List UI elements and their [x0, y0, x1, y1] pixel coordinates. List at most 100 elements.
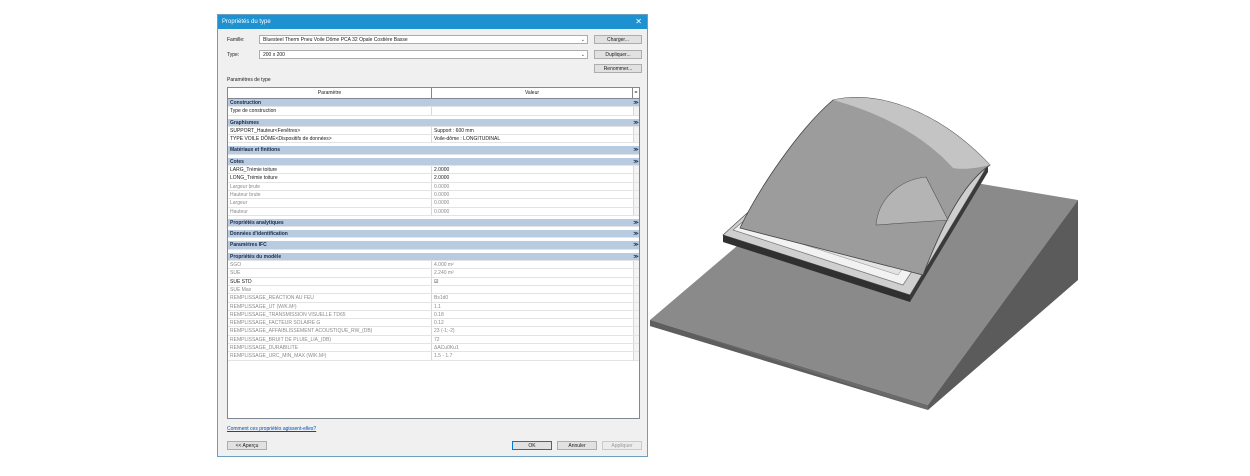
- parameter-row[interactable]: Largeur brute 0.0000: [228, 182, 639, 191]
- parameter-value[interactable]: 2.240 m²: [432, 269, 633, 276]
- parameter-row[interactable]: Largeur 0.0000: [228, 199, 639, 208]
- formula-button[interactable]: [633, 310, 639, 319]
- parameter-row[interactable]: REMPLISSAGE_AFFAIBLISSEMENT ACOUSTIQUE_R…: [228, 327, 639, 336]
- parameter-group-header[interactable]: Propriétés analytiques ≫: [228, 218, 639, 228]
- dupliquer-button[interactable]: Dupliquer...: [594, 50, 642, 59]
- parameter-group-header[interactable]: Matériaux et finitions ≫: [228, 146, 639, 155]
- parameter-value[interactable]: 1.1: [432, 303, 633, 310]
- parameter-group-header[interactable]: Propriétés du modèle ≫: [228, 252, 639, 262]
- formula-button[interactable]: [633, 261, 639, 269]
- column-header-formula[interactable]: =: [633, 88, 639, 98]
- formula-button[interactable]: [633, 352, 639, 360]
- chevron-down-icon: ⌄: [580, 52, 585, 58]
- parameter-name: Largeur brute: [228, 182, 432, 190]
- formula-button[interactable]: [633, 107, 639, 115]
- collapse-chevron-icon[interactable]: ≫: [633, 230, 639, 237]
- parameter-value[interactable]: 1.5 - 1.7: [432, 352, 633, 359]
- collapse-chevron-icon[interactable]: ≫: [633, 146, 639, 153]
- collapse-chevron-icon[interactable]: ≫: [633, 241, 639, 248]
- parameter-value[interactable]: 0.0000: [432, 208, 633, 215]
- parameter-checkbox[interactable]: ☑: [432, 278, 633, 285]
- collapse-chevron-icon[interactable]: ≫: [633, 119, 639, 126]
- parameter-row[interactable]: SUE Max: [228, 285, 639, 295]
- formula-button[interactable]: [633, 174, 639, 182]
- formula-button[interactable]: [633, 166, 639, 174]
- parameter-row[interactable]: LARG_Trémie toiture 2.0000: [228, 166, 639, 175]
- parameter-value[interactable]: Bs1d0: [432, 294, 633, 301]
- parameter-group-header[interactable]: Paramètres IFC ≫: [228, 241, 639, 250]
- parameter-row[interactable]: REMPLISSAGE_TRANSMISSION VISUELLE TD65 0.…: [228, 310, 639, 320]
- formula-button[interactable]: [633, 126, 639, 135]
- parameter-group-header[interactable]: Cotes ≫: [228, 157, 639, 167]
- parameter-row[interactable]: TYPE VOILE DÔME<Dispositifs de données> V…: [228, 135, 639, 144]
- parameter-row[interactable]: Type de construction: [228, 107, 639, 116]
- parameter-row[interactable]: LONG_Trémie toiture 2.0000: [228, 174, 639, 183]
- parameter-value[interactable]: [432, 107, 633, 114]
- parameter-value[interactable]: 0.0000: [432, 183, 633, 190]
- parameter-row[interactable]: REMPLISSAGE_BRUIT DE PLUIE_LIA_(DB) 72: [228, 335, 639, 345]
- parameter-row[interactable]: SUE STD ☑: [228, 277, 639, 286]
- formula-button[interactable]: [633, 302, 639, 310]
- parameter-name: REMPLISSAGE_DURABILITE: [228, 344, 432, 352]
- parameter-value[interactable]: ΔACu0Ku1: [432, 344, 633, 351]
- apercu-button[interactable]: << Aperçu: [227, 441, 267, 450]
- column-header-valeur[interactable]: Valeur: [432, 88, 633, 98]
- formula-button[interactable]: [633, 285, 639, 294]
- formula-button[interactable]: [633, 135, 639, 143]
- close-icon[interactable]: ✕: [635, 15, 642, 29]
- parameter-value[interactable]: 72: [432, 336, 633, 343]
- formula-button[interactable]: [633, 207, 639, 215]
- formula-button[interactable]: [633, 327, 639, 335]
- parameter-value[interactable]: 4.000 m²: [432, 261, 633, 268]
- group-label: Propriétés analytiques: [230, 219, 284, 226]
- annuler-button[interactable]: Annuler: [557, 441, 597, 450]
- parameter-value[interactable]: [432, 286, 633, 293]
- formula-button[interactable]: [633, 319, 639, 327]
- parameter-value[interactable]: Support : 600 mm: [432, 127, 633, 134]
- column-header-parametre[interactable]: Paramètre: [228, 88, 432, 98]
- parameter-value[interactable]: 0.0000: [432, 191, 633, 198]
- parameter-value[interactable]: 2.0000: [432, 166, 633, 173]
- help-link[interactable]: Comment ces propriétés agissent-elles?: [227, 426, 316, 432]
- type-select[interactable]: 200 x 200 ⌄: [259, 50, 588, 59]
- collapse-chevron-icon[interactable]: ≫: [633, 253, 639, 260]
- formula-button[interactable]: [633, 344, 639, 352]
- formula-button[interactable]: [633, 335, 639, 344]
- charger-button[interactable]: Charger...: [594, 35, 642, 44]
- parameter-row[interactable]: Hauteur brute 0.0000: [228, 190, 639, 200]
- collapse-chevron-icon[interactable]: ≫: [633, 99, 639, 106]
- formula-button[interactable]: [633, 294, 639, 302]
- formula-button[interactable]: [633, 277, 639, 285]
- formula-button[interactable]: [633, 269, 639, 277]
- parameter-value[interactable]: 2.0000: [432, 174, 633, 181]
- formula-button[interactable]: [633, 190, 639, 199]
- parameter-row[interactable]: Hauteur 0.0000: [228, 207, 639, 216]
- parameter-row[interactable]: SGO 4.000 m²: [228, 261, 639, 270]
- collapse-chevron-icon[interactable]: ≫: [633, 158, 639, 165]
- formula-button[interactable]: [633, 182, 639, 190]
- parameter-row[interactable]: REMPLISSAGE_UT (W/K.M²) 1.1: [228, 302, 639, 311]
- parameter-value[interactable]: 0.12: [432, 319, 633, 326]
- collapse-chevron-icon[interactable]: ≫: [633, 219, 639, 226]
- parameter-name: SUPPORT_Hauteur<Fenêtres>: [228, 126, 432, 135]
- parameter-value[interactable]: 0.0000: [432, 199, 633, 206]
- parameter-row[interactable]: REMPLISSAGE_DURABILITE ΔACu0Ku1: [228, 344, 639, 353]
- ok-button[interactable]: OK: [512, 441, 552, 450]
- parameter-name: REMPLISSAGE_BRUIT DE PLUIE_LIA_(DB): [228, 335, 432, 344]
- parameter-value[interactable]: 0.18: [432, 311, 633, 318]
- parameter-value[interactable]: 23 (-1;-2): [432, 327, 633, 334]
- parameter-row[interactable]: REMPLISSAGE_REACTION AU FEU Bs1d0: [228, 294, 639, 303]
- parameter-group-header[interactable]: Graphismes ≫: [228, 118, 639, 127]
- parameter-row[interactable]: SUPPORT_Hauteur<Fenêtres> Support : 600 m…: [228, 126, 639, 136]
- renommer-button[interactable]: Renommer...: [594, 64, 642, 73]
- parameter-group-header[interactable]: Données d'identification ≫: [228, 230, 639, 239]
- parameter-row[interactable]: REMPLISSAGE_FACTEUR SOLAIRE G 0.12: [228, 319, 639, 328]
- parameter-group-header[interactable]: Construction ≫: [228, 99, 639, 108]
- formula-button[interactable]: [633, 199, 639, 207]
- parameter-row[interactable]: SUE 2.240 m²: [228, 269, 639, 278]
- parameter-row[interactable]: REMPLISSAGE_URC_MIN_MAX (W/K.M²) 1.5 - 1.…: [228, 352, 639, 361]
- appliquer-button[interactable]: Appliquer: [602, 441, 642, 450]
- parameters-grid: Paramètre Valeur = Construction ≫ Type de …: [227, 87, 640, 419]
- parameter-value[interactable]: Voile-dôme : LONGITUDINAL: [432, 135, 633, 142]
- famille-select[interactable]: Bluesteel Therm Pneu Voile Dôme PCA 32 O…: [259, 35, 588, 44]
